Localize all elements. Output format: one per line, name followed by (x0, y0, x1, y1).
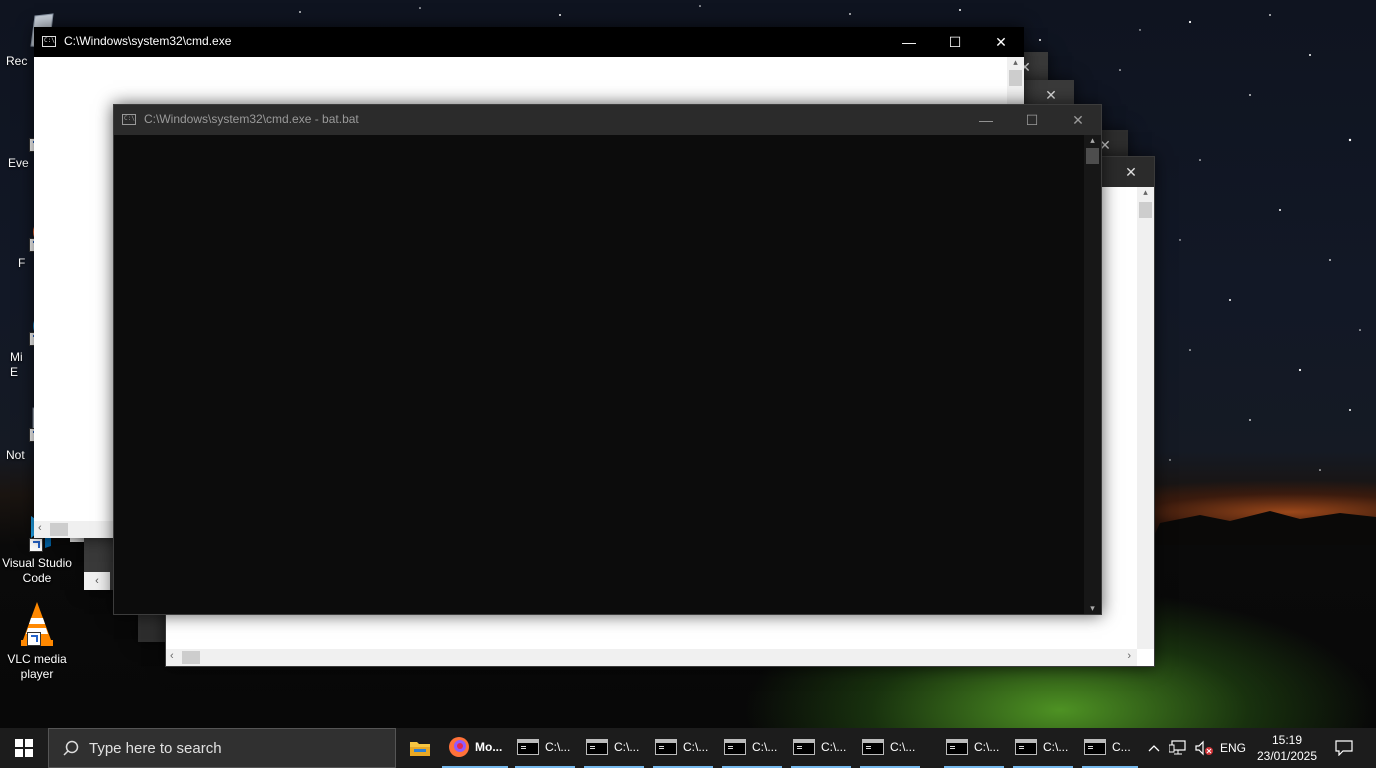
taskbar-item-label: C:\... (974, 740, 1000, 754)
network-icon (1169, 740, 1186, 755)
scroll-thumb[interactable] (1139, 202, 1152, 218)
volume-button[interactable] (1192, 728, 1216, 768)
scroll-up-icon[interactable]: ▴ (1007, 57, 1024, 68)
minimize-button[interactable]: — (963, 105, 1009, 135)
taskbar-cmd-7[interactable]: C:\... (944, 728, 1004, 768)
vertical-scrollbar[interactable]: ▴ (1137, 187, 1154, 649)
maximize-icon: ☐ (948, 33, 962, 50)
scroll-thumb[interactable] (182, 651, 200, 664)
cmd-icon (724, 739, 746, 755)
maximize-button[interactable]: ☐ (1009, 105, 1055, 135)
windows-logo-icon (15, 739, 33, 757)
cmd-app-icon: C:\ (122, 114, 136, 125)
cmd-icon (517, 739, 539, 755)
taskbar-cmd-6[interactable]: C:\... (860, 728, 920, 768)
shortcut-arrow-icon (27, 632, 41, 646)
search-box[interactable]: Type here to search (48, 728, 396, 768)
close-icon: ✕ (1045, 86, 1057, 103)
taskbar-cmd-5[interactable]: C:\... (791, 728, 851, 768)
volume-muted-icon (1195, 740, 1213, 756)
cmd-icon (586, 739, 608, 755)
scroll-thumb[interactable] (1086, 148, 1099, 164)
vertical-scrollbar[interactable]: ▴ ▾ (1084, 135, 1101, 614)
cmd-icon (862, 739, 884, 755)
maximize-button[interactable]: ☐ (932, 27, 978, 57)
minimize-icon: — (979, 112, 993, 128)
close-icon: ✕ (995, 33, 1007, 50)
taskbar-item-label: C:\... (821, 740, 847, 754)
scroll-left-icon[interactable]: ‹ (170, 650, 174, 662)
window-title: C:\Windows\system32\cmd.exe (64, 34, 232, 48)
chevron-up-icon (1148, 745, 1160, 752)
console-output-area[interactable] (114, 135, 1084, 614)
minimize-button[interactable]: — (886, 27, 932, 57)
desktop-icon-label: VLC media player (7, 652, 67, 681)
title-bar[interactable]: C:\ C:\Windows\system32\cmd.exe — ☐ ✕ (34, 27, 1024, 57)
action-center-button[interactable] (1328, 728, 1360, 768)
taskbar-item-label: C:\... (752, 740, 778, 754)
scroll-up-icon[interactable]: ▴ (1084, 135, 1101, 146)
taskbar-item-label: Mo... (475, 740, 503, 754)
cmd-icon (946, 739, 968, 755)
desktop-icon-label: Visual Studio Code (2, 556, 72, 585)
clock[interactable]: 15:19 23/01/2025 (1252, 728, 1322, 768)
scroll-right-icon[interactable]: › (1127, 650, 1131, 662)
cmd-icon (655, 739, 677, 755)
cmd-icon (793, 739, 815, 755)
minimize-icon: — (902, 34, 916, 50)
network-button[interactable] (1166, 728, 1190, 768)
scroll-thumb[interactable] (50, 523, 68, 536)
cmd-window-front[interactable]: C:\ C:\Windows\system32\cmd.exe - bat.ba… (113, 104, 1102, 615)
horizontal-scrollbar[interactable]: ‹ › (166, 649, 1137, 666)
taskbar-item-label: C:\... (1043, 740, 1069, 754)
cmd-icon (1015, 739, 1037, 755)
folder-icon (410, 742, 430, 756)
taskbar-item-label: C... (1112, 740, 1131, 754)
scroll-left-button[interactable]: ‹ (84, 572, 110, 590)
notification-icon (1335, 740, 1353, 756)
vlc-icon (17, 600, 57, 648)
cmd-icon (1084, 739, 1106, 755)
start-button[interactable] (0, 728, 48, 768)
taskbar-cmd-9[interactable]: C... (1082, 728, 1138, 768)
language-indicator[interactable]: ENG (1218, 728, 1248, 768)
scroll-thumb[interactable] (1009, 70, 1022, 86)
scroll-down-icon[interactable]: ▾ (1084, 603, 1101, 614)
window-title: C:\Windows\system32\cmd.exe - bat.bat (144, 112, 359, 126)
scroll-left-icon[interactable]: ‹ (38, 522, 42, 534)
show-hidden-icons-button[interactable] (1144, 728, 1164, 768)
close-button[interactable]: ✕ (978, 27, 1024, 57)
taskbar-cmd-2[interactable]: C:\... (584, 728, 644, 768)
search-icon (63, 740, 79, 756)
firefox-icon (449, 737, 469, 757)
scroll-up-icon[interactable]: ▴ (1137, 187, 1154, 198)
taskbar-cmd-4[interactable]: C:\... (722, 728, 782, 768)
close-icon: ✕ (1125, 163, 1137, 180)
close-button[interactable]: ✕ (1108, 157, 1154, 187)
desktop-icon-vlc[interactable]: VLC media player (0, 600, 74, 682)
cmd-app-icon: C:\ (42, 36, 56, 47)
taskbar: Type here to search Mo... C:\... C:\... … (0, 728, 1376, 768)
title-bar[interactable]: C:\ C:\Windows\system32\cmd.exe - bat.ba… (114, 105, 1101, 135)
taskbar-item-label: C:\... (545, 740, 571, 754)
close-icon: ✕ (1072, 111, 1084, 128)
clock-time: 15:19 (1271, 733, 1303, 747)
taskbar-item-label: C:\... (614, 740, 640, 754)
taskbar-cmd-3[interactable]: C:\... (653, 728, 713, 768)
taskbar-file-explorer[interactable] (402, 728, 438, 768)
close-button[interactable]: ✕ (1055, 105, 1101, 135)
maximize-icon: ☐ (1025, 111, 1039, 128)
language-label: ENG (1219, 741, 1246, 755)
taskbar-cmd-1[interactable]: C:\... (515, 728, 575, 768)
taskbar-item-label: C:\... (890, 740, 916, 754)
taskbar-cmd-8[interactable]: C:\... (1013, 728, 1073, 768)
search-placeholder: Type here to search (89, 740, 222, 757)
clock-date: 23/01/2025 (1256, 749, 1318, 763)
taskbar-firefox[interactable]: Mo... (442, 728, 508, 768)
taskbar-item-label: C:\... (683, 740, 709, 754)
shortcut-arrow-icon (29, 538, 43, 552)
